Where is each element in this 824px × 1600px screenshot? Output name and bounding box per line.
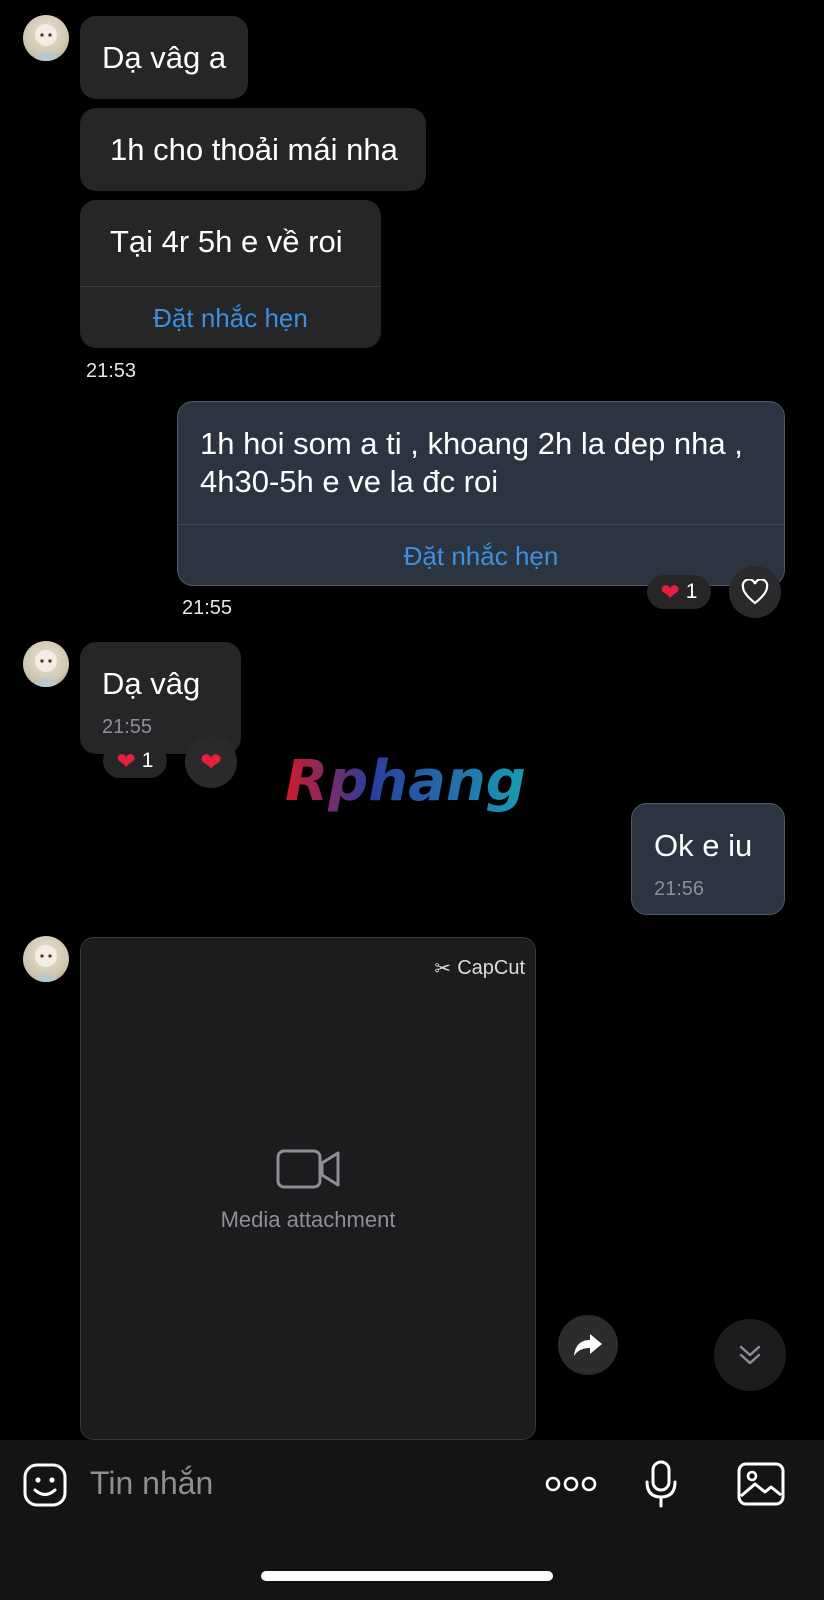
scroll-down-icon [739, 1345, 761, 1365]
microphone-icon [645, 1460, 677, 1508]
more-button[interactable] [545, 1474, 597, 1494]
forward-button[interactable] [558, 1315, 618, 1375]
message-text: Ok e iu [654, 828, 753, 863]
heart-icon: ❤ [200, 746, 222, 777]
capcut-label: ✂ CapCut [434, 956, 525, 981]
message-timestamp: 21:55 [182, 597, 233, 619]
bubble-divider [80, 286, 381, 287]
video-icon [276, 1149, 340, 1188]
more-icon [545, 1476, 597, 1492]
message-text: 1h cho thoải mái nha [110, 132, 398, 167]
heart-icon: ❤ [116, 747, 136, 774]
watermark-text: Rphang [285, 749, 526, 814]
heart-icon: ❤ [660, 578, 680, 605]
set-reminder-link[interactable]: Đặt nhắc hẹn [80, 303, 381, 334]
react-button[interactable]: ❤ [185, 736, 237, 788]
contact-avatar[interactable] [23, 936, 69, 982]
reaction-count: 1 [685, 580, 698, 603]
message-text-line-2: 4h30-5h e ve la đc roi [200, 464, 499, 499]
heart-outline-icon [741, 579, 769, 605]
capcut-text: CapCut [457, 957, 525, 979]
image-button[interactable] [737, 1462, 785, 1506]
message-bubble[interactable]: Tại 4r 5h e về roi Đặt nhắc hẹn [80, 200, 381, 348]
watermark-logo: Rphang [283, 748, 527, 823]
forward-icon [574, 1334, 602, 1356]
media-notice: Media attachment [220, 1206, 396, 1232]
message-text: Tại 4r 5h e về roi [110, 224, 343, 259]
message-text: Dạ vâg [102, 666, 201, 701]
message-text: Dạ vâg a [102, 40, 227, 75]
contact-avatar[interactable] [23, 641, 69, 687]
home-indicator [261, 1571, 553, 1581]
message-timestamp: 21:56 [654, 878, 705, 900]
message-bubble[interactable]: 1h cho thoải mái nha [80, 108, 426, 191]
message-timestamp: 21:53 [86, 360, 137, 382]
reaction-count: 1 [141, 749, 154, 772]
message-timestamp: 21:55 [102, 716, 153, 738]
scroll-to-bottom-button[interactable] [714, 1319, 786, 1391]
bubble-divider [178, 524, 784, 525]
image-icon [737, 1462, 785, 1506]
composer-bar: Tin nhắn [0, 1440, 824, 1600]
message-bubble[interactable]: Dạ vâg a [80, 16, 248, 99]
message-input[interactable]: Tin nhắn [90, 1465, 213, 1502]
sticker-button[interactable] [22, 1462, 68, 1508]
set-reminder-link[interactable]: Đặt nhắc hẹn [178, 541, 784, 572]
media-message[interactable]: Media attachment ✂ CapCut [80, 937, 536, 1440]
reaction-summary[interactable]: ❤ 1 [103, 744, 167, 778]
sticker-icon [23, 1463, 67, 1507]
capcut-icon: ✂ [434, 958, 452, 980]
reaction-summary[interactable]: ❤ 1 [647, 575, 711, 609]
message-bubble[interactable]: 1h hoi som a ti , khoang 2h la dep nha ,… [177, 401, 785, 586]
contact-avatar[interactable] [23, 15, 69, 61]
message-text-line-1: 1h hoi som a ti , khoang 2h la dep nha , [200, 426, 743, 461]
voice-button[interactable] [644, 1460, 678, 1508]
message-bubble[interactable]: Ok e iu 21:56 [631, 803, 785, 915]
react-button[interactable] [729, 566, 781, 618]
